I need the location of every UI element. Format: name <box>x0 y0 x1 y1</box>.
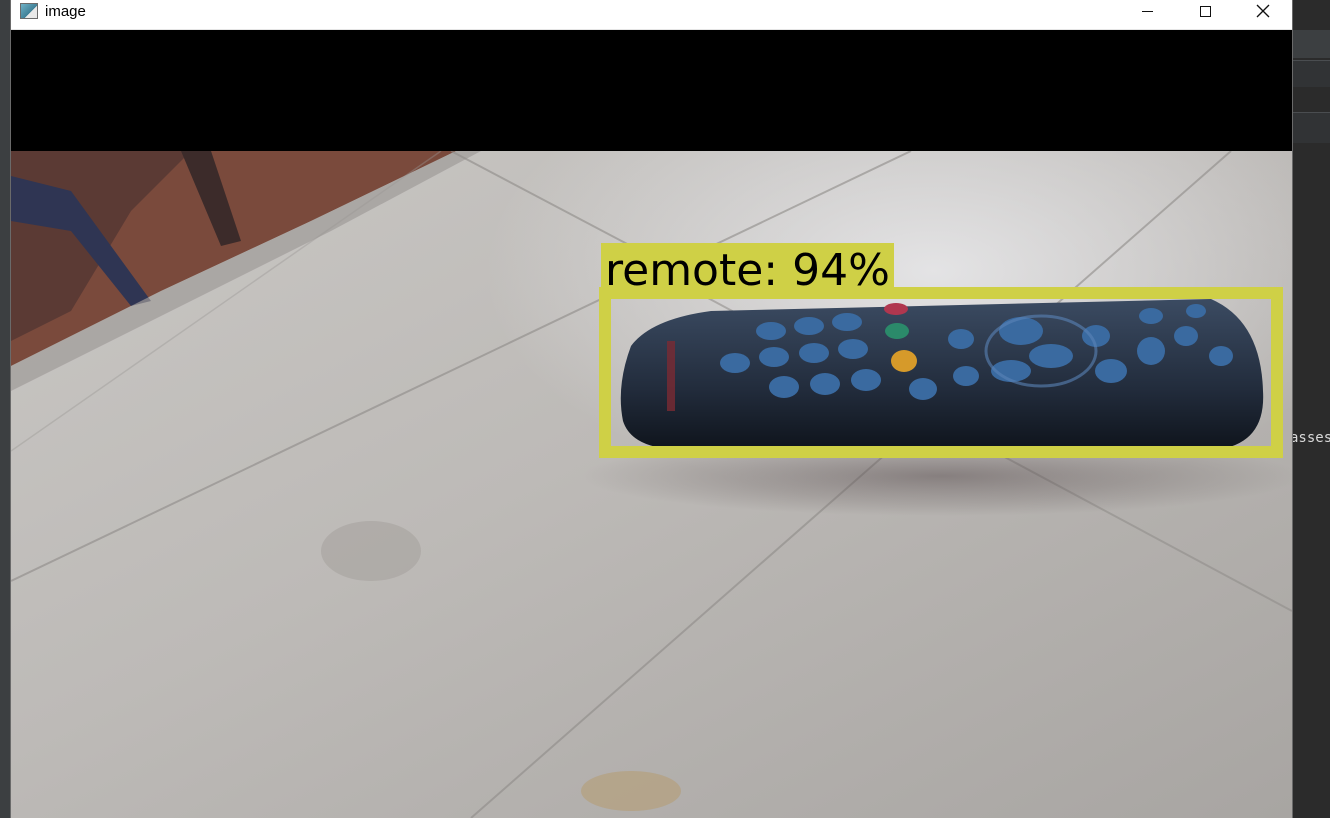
image-window-icon <box>20 3 38 19</box>
title-bar[interactable]: image <box>11 0 1292 30</box>
minimize-button[interactable] <box>1118 0 1176 22</box>
image-window: image remote: 94% <box>10 0 1293 818</box>
maximize-button[interactable] <box>1176 0 1234 22</box>
window-title: image <box>45 3 86 20</box>
letterbox-band <box>11 30 1292 151</box>
background-tab-bar <box>1293 60 1330 87</box>
detection-bounding-box <box>599 287 1283 458</box>
image-canvas: remote: 94% <box>11 30 1292 818</box>
background-edge <box>0 0 10 818</box>
background-toolbar <box>1293 30 1330 58</box>
camera-frame: remote: 94% <box>11 151 1292 818</box>
detection-label: remote: 94% <box>601 243 894 296</box>
maximize-icon <box>1199 5 1211 17</box>
close-icon <box>1256 4 1270 18</box>
minimize-icon <box>1141 10 1153 12</box>
background-code-text: asses <box>1290 430 1330 446</box>
close-button[interactable] <box>1234 0 1292 22</box>
background-panel-header <box>1293 112 1330 143</box>
